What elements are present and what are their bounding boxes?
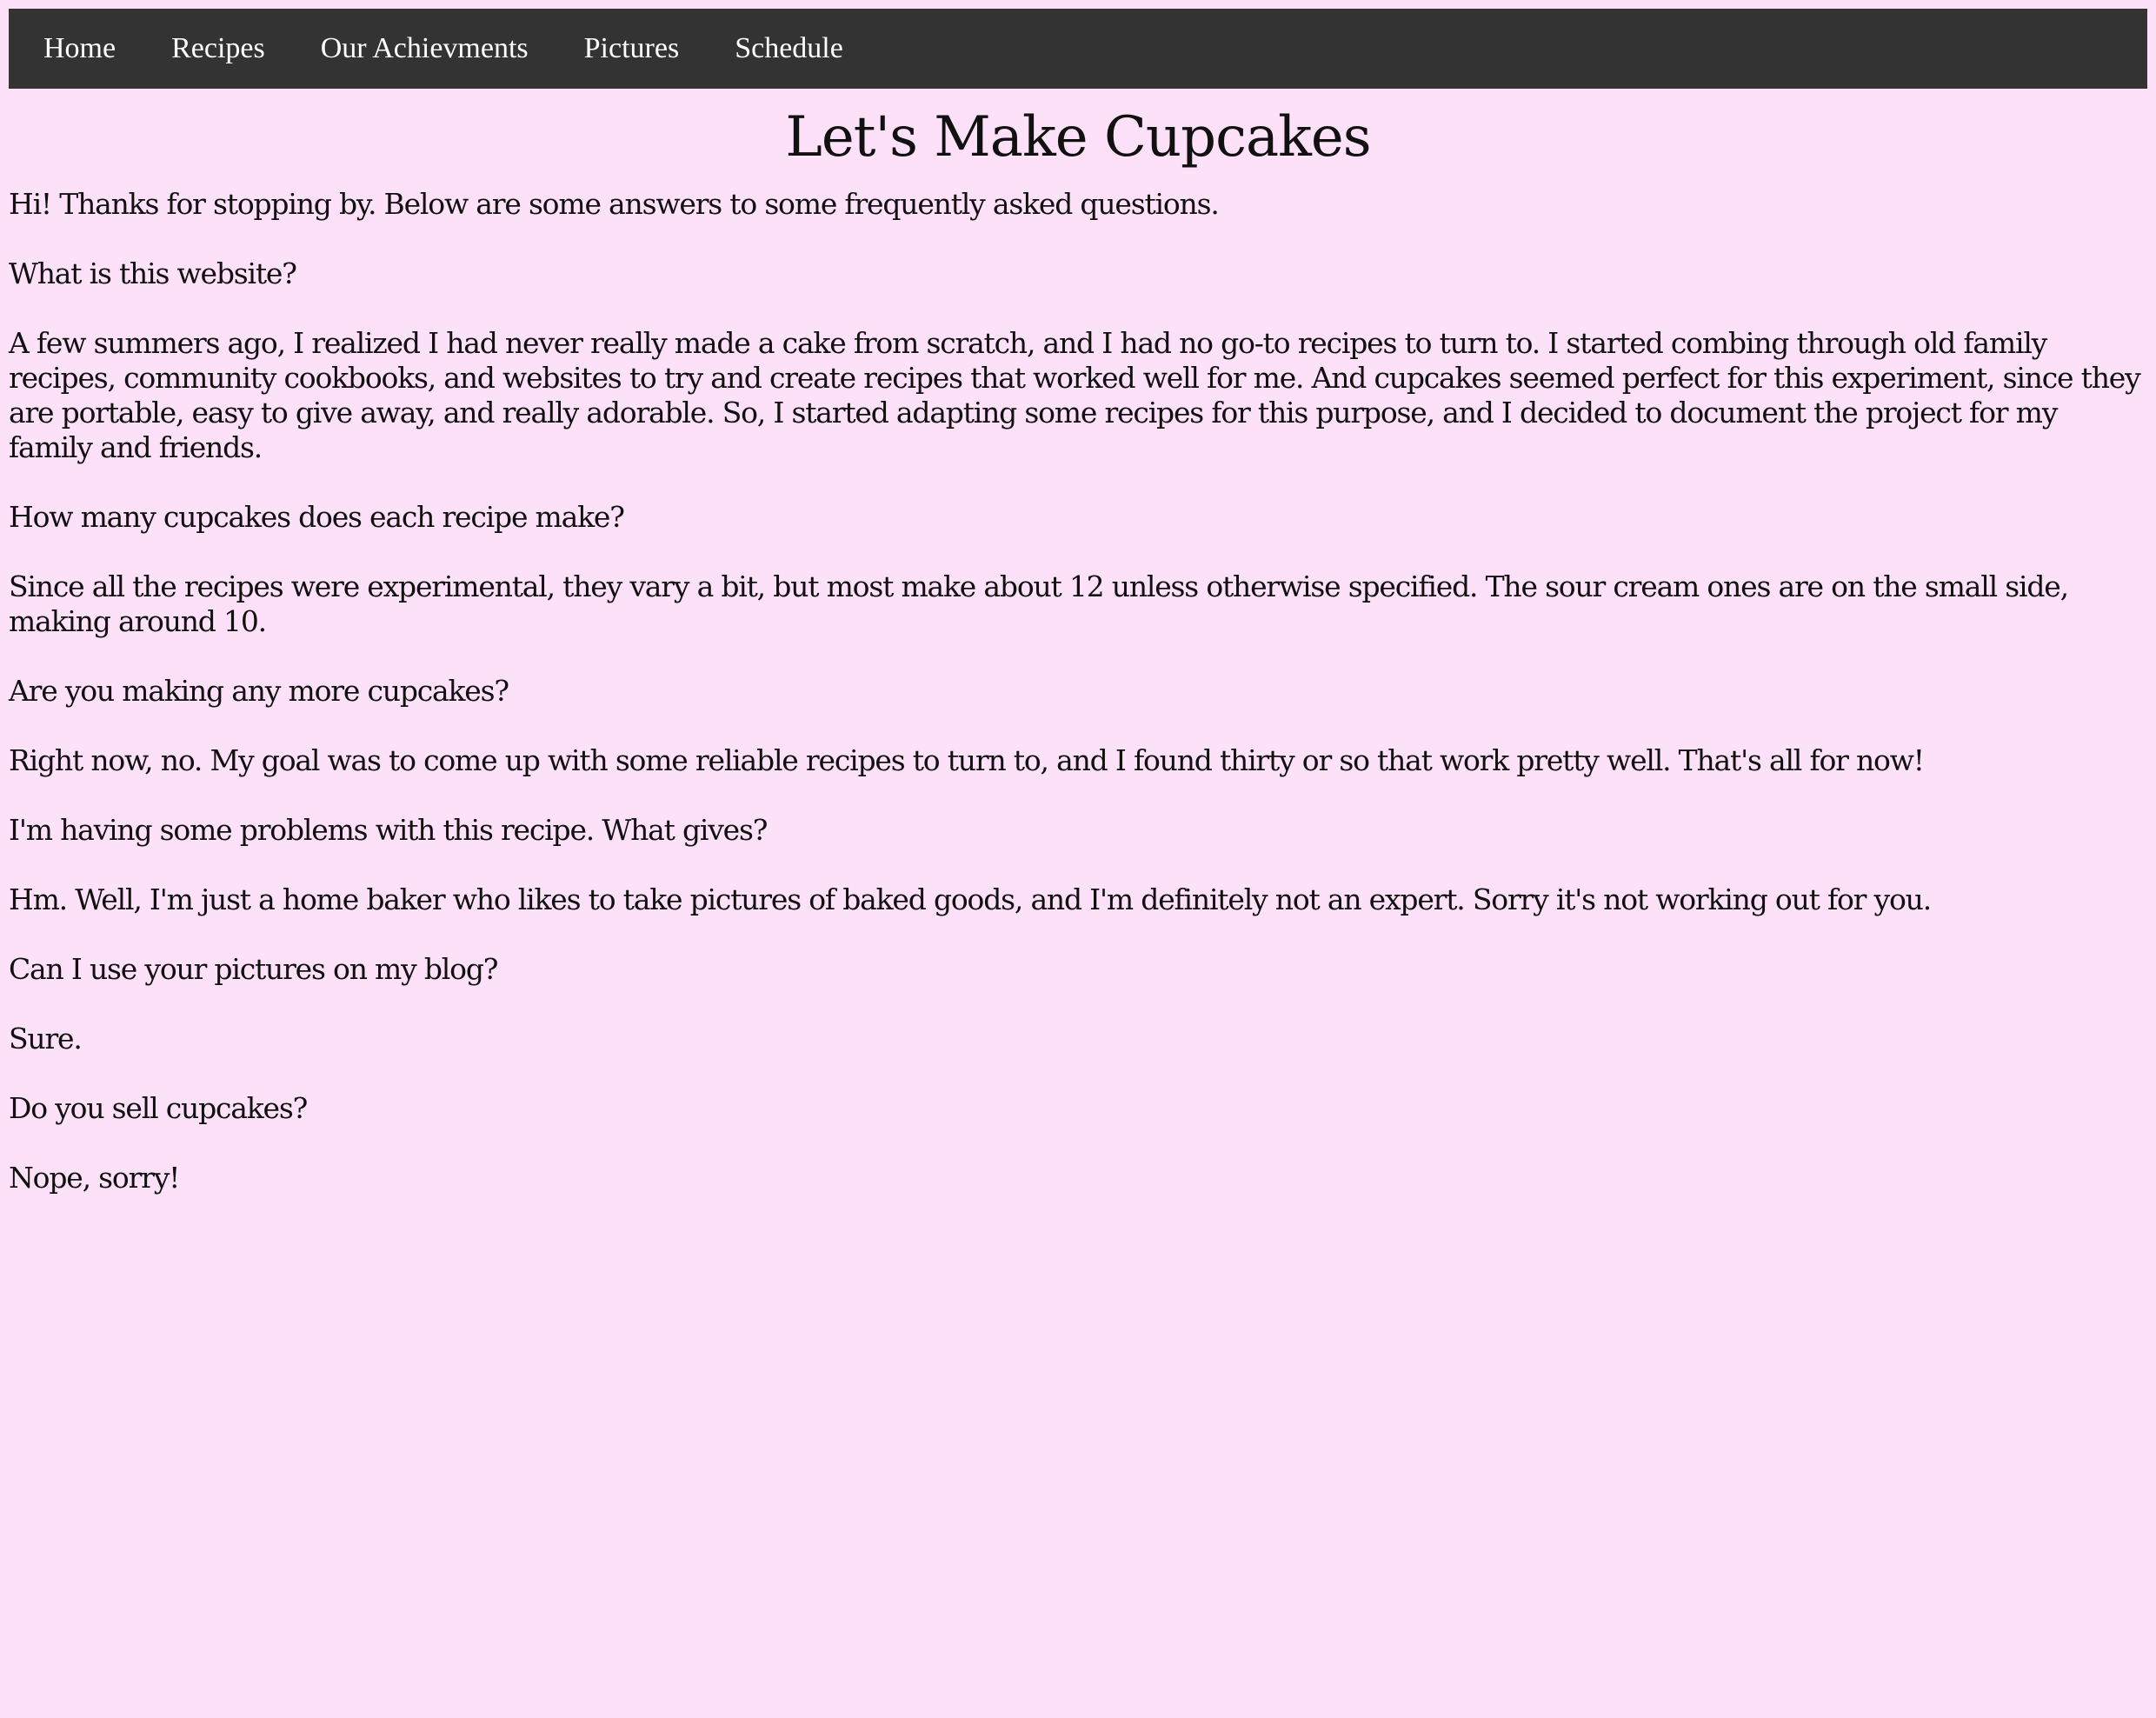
faq-content: Hi! Thanks for stopping by. Below are so… xyxy=(9,187,2147,1195)
faq-question: What is this website? xyxy=(9,256,297,290)
nav-schedule[interactable]: Schedule xyxy=(707,9,871,89)
top-nav: Home Recipes Our Achievments Pictures Sc… xyxy=(9,9,2147,89)
faq-question: Are you making any more cupcakes? xyxy=(9,673,509,708)
nav-home[interactable]: Home xyxy=(16,9,143,89)
faq-answer: Right now, no. My goal was to come up wi… xyxy=(9,742,1925,777)
faq-answer: Hm. Well, I'm just a home baker who like… xyxy=(9,882,1932,916)
faq-answer: Sure. xyxy=(9,1021,83,1055)
intro-text: Hi! Thanks for stopping by. Below are so… xyxy=(9,186,1220,221)
faq-question: I'm having some problems with this recip… xyxy=(9,812,768,847)
nav-pictures[interactable]: Pictures xyxy=(556,9,708,89)
page-title: Let's Make Cupcakes xyxy=(785,105,1371,170)
faq-question: How many cupcakes does each recipe make? xyxy=(9,499,625,534)
faq-question: Do you sell cupcakes? xyxy=(9,1090,308,1125)
faq-answer: Nope, sorry! xyxy=(9,1160,180,1195)
nav-recipes[interactable]: Recipes xyxy=(143,9,293,89)
faq-question: Can I use your pictures on my blog? xyxy=(9,951,498,986)
faq-answer: A few summers ago, I realized I had neve… xyxy=(9,325,2141,464)
nav-achievements[interactable]: Our Achievments xyxy=(293,9,556,89)
faq-answer: Since all the recipes were experimental,… xyxy=(9,569,2069,638)
